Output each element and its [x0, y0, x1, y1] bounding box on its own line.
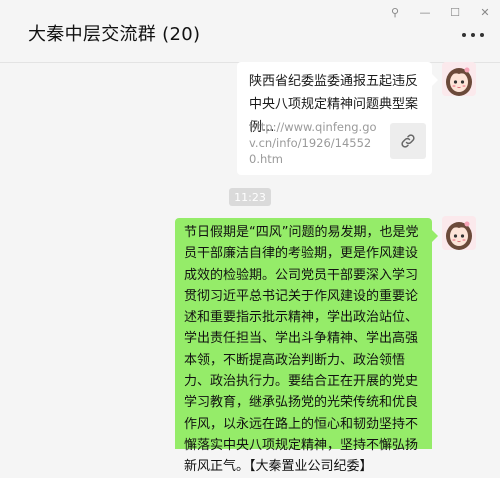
more-options-icon[interactable] [462, 30, 484, 40]
avatar[interactable] [442, 216, 476, 250]
close-icon: ✕ [480, 5, 490, 19]
avatar[interactable] [442, 62, 476, 96]
close-button[interactable]: ✕ [470, 0, 500, 24]
minimize-icon: — [419, 5, 431, 19]
time-stamp: 11:23 [229, 188, 271, 206]
link-icon [390, 123, 426, 159]
chat-title: 大秦中层交流群 (20) [28, 24, 201, 45]
maximize-icon: ☐ [450, 5, 460, 19]
pin-icon: ⚲ [390, 5, 400, 19]
window-controls: ⚲ — ☐ ✕ [380, 0, 500, 24]
minimize-button[interactable]: — [410, 0, 440, 24]
link-card-message[interactable]: 陕西省纪委监委通报五起违反中央八项规定精神问题典型案例... http://ww… [237, 62, 438, 175]
text-message-bubble[interactable]: 节日假期是“四风”问题的易发期，也是党员干部廉洁自律的考验期，更是作风建设成效的… [175, 218, 438, 474]
maximize-button[interactable]: ☐ [440, 0, 470, 24]
message-text: 节日假期是“四风”问题的易发期，也是党员干部廉洁自律的考验期，更是作风建设成效的… [184, 225, 419, 475]
pin-button[interactable]: ⚲ [380, 0, 410, 24]
link-card-url: http://www.qinfeng.gov.cn/info/1926/1455… [249, 120, 377, 166]
title-bar: 大秦中层交流群 (20) ⚲ — ☐ ✕ [0, 0, 500, 63]
